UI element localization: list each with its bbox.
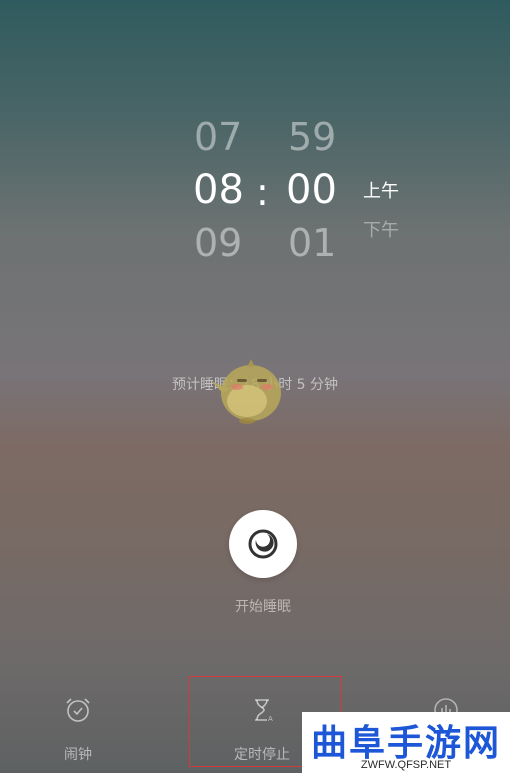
mascot-bird-icon: [211, 359, 281, 424]
start-sleep-button[interactable]: [229, 510, 297, 578]
hour-below[interactable]: 09: [194, 224, 242, 262]
moon-icon: [248, 529, 278, 559]
minute-selected[interactable]: 00: [286, 170, 337, 210]
tab-alarm-label: 闹钟: [64, 747, 92, 763]
time-colon: :: [256, 170, 269, 214]
minute-below[interactable]: 01: [288, 224, 336, 262]
watermark-url: ZWFW.QFSP.NET: [360, 759, 452, 771]
hour-above[interactable]: 07: [194, 118, 242, 156]
alarm-clock-icon: [66, 698, 90, 722]
tab-alarm[interactable]: 闹钟: [18, 680, 138, 773]
start-sleep-label: 开始睡眠: [235, 599, 291, 615]
watermark: 曲阜手游网 ZWFW.QFSP.NET: [302, 712, 510, 773]
minute-above[interactable]: 59: [288, 118, 336, 156]
pm-option[interactable]: 下午: [363, 216, 399, 242]
hour-selected[interactable]: 08: [193, 170, 244, 210]
time-picker[interactable]: 07 59 08 : 00 09 01 上午 下午: [0, 0, 510, 270]
am-option[interactable]: 上午: [363, 177, 399, 203]
